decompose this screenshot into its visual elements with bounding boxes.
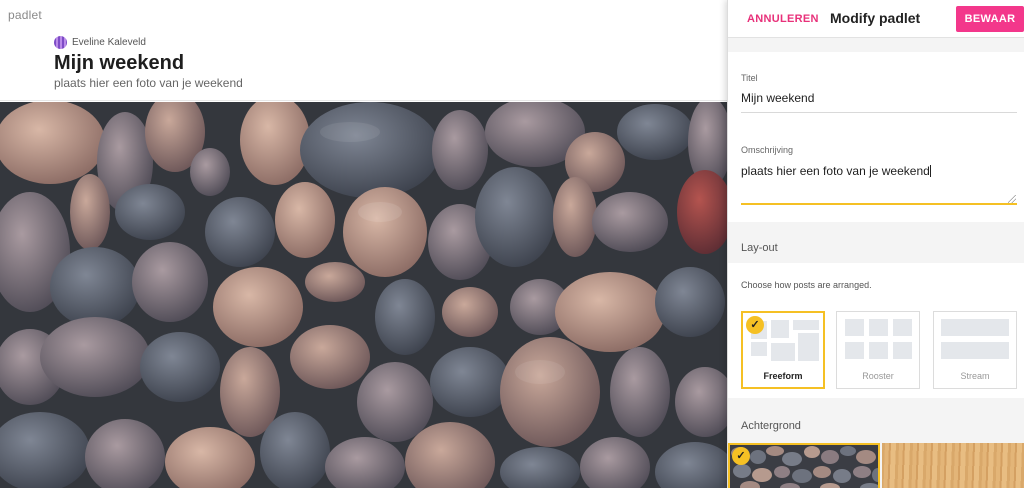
padlet-header: padlet Eveline Kaleveld Mijn weekend pla… bbox=[0, 0, 728, 101]
layout-tile bbox=[845, 342, 864, 359]
layout-label-stream: Stream bbox=[960, 371, 990, 381]
background-option-wood[interactable] bbox=[882, 443, 1024, 488]
title-input-underline bbox=[741, 112, 1017, 113]
modify-padlet-panel: ANNULEREN Modify padlet BEWAAR Titel Mij… bbox=[727, 0, 1024, 488]
layout-label-rooster: Rooster bbox=[862, 371, 894, 381]
panel-title: Modify padlet bbox=[830, 10, 921, 26]
layout-option-freeform[interactable]: ✓ Freeform bbox=[741, 311, 825, 389]
layout-label-freeform: Freeform bbox=[763, 371, 803, 381]
author-name: Eveline Kaleveld bbox=[72, 37, 146, 48]
wallpaper-pebbles bbox=[0, 102, 728, 488]
panel-header: ANNULEREN Modify padlet BEWAAR bbox=[728, 0, 1024, 38]
padlet-description: plaats hier een foto van je weekend bbox=[54, 76, 243, 90]
layout-tile bbox=[793, 320, 819, 330]
layout-tile bbox=[771, 343, 795, 361]
padlet-title: Mijn weekend bbox=[54, 52, 185, 74]
description-input-underline bbox=[741, 203, 1017, 205]
layout-tile bbox=[869, 319, 888, 336]
layout-tile bbox=[845, 319, 864, 336]
layout-tile bbox=[751, 342, 767, 356]
padlet-board: padlet Eveline Kaleveld Mijn weekend pla… bbox=[0, 0, 728, 488]
layout-option-stream[interactable]: Stream bbox=[933, 311, 1017, 389]
layout-option-rooster[interactable]: Rooster bbox=[836, 311, 920, 389]
cancel-button[interactable]: ANNULEREN bbox=[747, 13, 819, 25]
check-icon: ✓ bbox=[732, 447, 750, 465]
details-section: Titel Mijn weekend Omschrijving plaats h… bbox=[728, 52, 1024, 222]
wood-thumbnail bbox=[882, 443, 1024, 488]
layout-hint: Choose how posts are arranged. bbox=[741, 280, 872, 290]
description-field-label: Omschrijving bbox=[741, 145, 794, 155]
layout-tile bbox=[798, 333, 819, 361]
resize-handle-icon[interactable] bbox=[1008, 195, 1016, 203]
background-heading: Achtergrond bbox=[741, 420, 801, 432]
title-input[interactable]: Mijn weekend bbox=[741, 91, 814, 105]
text-caret bbox=[929, 165, 931, 177]
check-icon: ✓ bbox=[746, 316, 764, 334]
layout-tile bbox=[893, 319, 912, 336]
padlet-logo[interactable]: padlet bbox=[8, 8, 42, 22]
author-info: Eveline Kaleveld bbox=[54, 36, 146, 49]
layout-tile bbox=[869, 342, 888, 359]
description-input[interactable]: plaats hier een foto van je weekend bbox=[741, 164, 931, 178]
save-button[interactable]: BEWAAR bbox=[956, 6, 1024, 32]
layout-tile bbox=[893, 342, 912, 359]
layout-tile bbox=[941, 342, 1009, 359]
title-field-label: Titel bbox=[741, 73, 758, 83]
background-option-pebbles[interactable]: ✓ bbox=[728, 443, 880, 488]
layout-heading: Lay-out bbox=[741, 242, 778, 254]
description-text: plaats hier een foto van je weekend bbox=[741, 164, 930, 178]
pebbles-thumbnail bbox=[730, 445, 878, 488]
avatar bbox=[54, 36, 67, 49]
layout-tile bbox=[941, 319, 1009, 336]
layout-tile bbox=[771, 320, 789, 338]
